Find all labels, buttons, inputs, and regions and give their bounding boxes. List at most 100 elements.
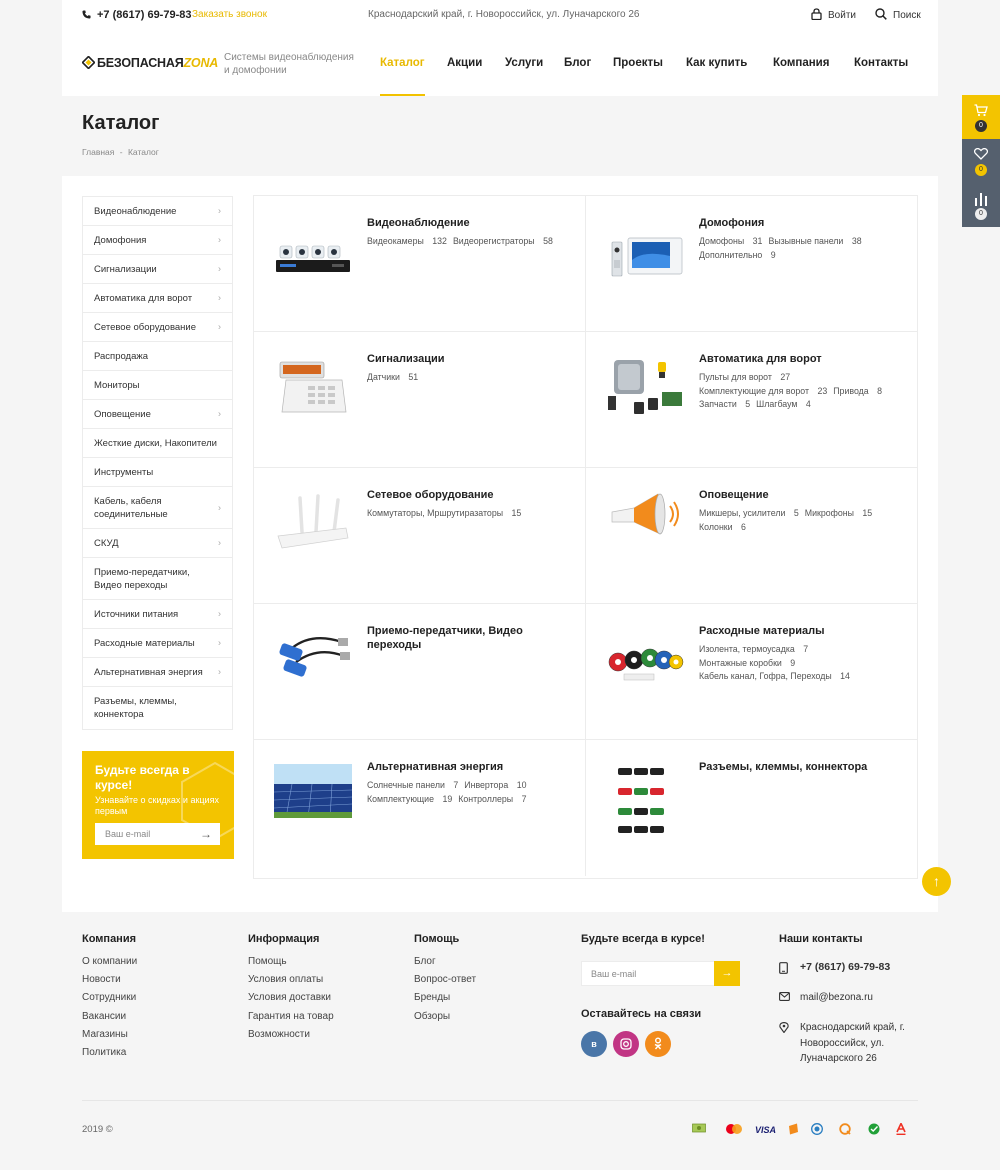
category-card-consumables[interactable]: Расходные материалы Изолента, термоусадк… (586, 604, 918, 740)
subcat-link[interactable]: Кабель канал, Гофра, Переходы 14 (699, 671, 850, 681)
sidebar-item-transceivers[interactable]: Приемо-передатчики, Видео переходы (83, 558, 232, 600)
sidebar-item-gate-automation[interactable]: Автоматика для ворот › (83, 284, 232, 313)
footer-link[interactable]: О компании (82, 953, 137, 971)
subcat-link[interactable]: Видеорегистраторы 58 (453, 236, 553, 246)
footer-link[interactable]: Бренды (414, 989, 476, 1007)
sidebar-item-consumables[interactable]: Расходные материалы › (83, 629, 232, 658)
nav-services[interactable]: Услуги (505, 57, 543, 69)
nav-blog[interactable]: Блог (564, 57, 591, 69)
category-card-gate-automation[interactable]: Автоматика для ворот Пульты для ворот 27… (586, 332, 918, 468)
subcat-link[interactable]: Вызывные панели 38 (768, 236, 861, 246)
footer-link[interactable]: Условия оплаты (248, 971, 334, 989)
subcat-link[interactable]: Контроллеры 7 (458, 794, 526, 804)
footer-link[interactable]: Возможности (248, 1026, 334, 1044)
sidebar-item-video[interactable]: Видеонаблюдение › (83, 197, 232, 226)
category-title[interactable]: Приемо-передатчики, Видео переходы (367, 624, 567, 652)
subcat-link[interactable]: Домофоны 31 (699, 236, 762, 246)
nav-catalog[interactable]: Каталог (380, 57, 425, 96)
scroll-to-top-button[interactable]: ↑ (922, 867, 951, 896)
category-card-connectors[interactable]: Разъемы, клеммы, коннектора (586, 740, 918, 876)
sidebar-item-alt-energy[interactable]: Альтернативная энергия › (83, 658, 232, 687)
footer-link[interactable]: Условия доставки (248, 989, 334, 1007)
category-title[interactable]: Домофония (699, 216, 899, 230)
subcat-link[interactable]: Колонки 6 (699, 522, 746, 532)
promo-email-input[interactable]: Ваш e-mail → (95, 823, 220, 845)
category-card-network[interactable]: Сетевое оборудование Коммутаторы, Мршрут… (254, 468, 586, 604)
sidebar-item-monitors[interactable]: Мониторы (83, 371, 232, 400)
footer-link[interactable]: Новости (82, 971, 137, 989)
nav-promotions[interactable]: Акции (447, 57, 482, 69)
footer-link[interactable]: Помощь (248, 953, 334, 971)
callback-link[interactable]: Заказать звонок (192, 9, 267, 20)
category-card-alt-energy[interactable]: Альтернативная энергия Солнечные панели … (254, 740, 586, 876)
category-title[interactable]: Оповещение (699, 488, 899, 502)
sidebar-item-sale[interactable]: Распродажа (83, 342, 232, 371)
sidebar-item-notification[interactable]: Оповещение › (83, 400, 232, 429)
subcat-link[interactable]: Запчасти 5 (699, 399, 750, 409)
nav-how-to-buy[interactable]: Как купить (686, 57, 747, 69)
footer-link[interactable]: Политика (82, 1044, 137, 1062)
sidebar-item-alarms[interactable]: Сигнализации › (83, 255, 232, 284)
subcat-link[interactable]: Изолента, термоусадка 7 (699, 644, 808, 654)
subcat-link[interactable]: Инвертора 10 (464, 780, 526, 790)
footer-email-input[interactable]: Ваш e-mail → (581, 961, 740, 986)
subcat-link[interactable]: Монтажные коробки 9 (699, 658, 795, 668)
login-link[interactable]: Войти (811, 8, 856, 21)
category-title[interactable]: Сигнализации (367, 352, 567, 366)
sidebar-item-hard-drives[interactable]: Жесткие диски, Накопители (83, 429, 232, 458)
category-title[interactable]: Альтернативная энергия (367, 760, 567, 774)
subcat-link[interactable]: Комплектующие 19 (367, 794, 452, 804)
footer-contact-email[interactable]: mail@bezona.ru (779, 990, 919, 1008)
category-title[interactable]: Автоматика для ворот (699, 352, 899, 366)
footer-link[interactable]: Гарантия на товар (248, 1008, 334, 1026)
category-card-notification[interactable]: Оповещение Микшеры, усилители 5 Микрофоны… (586, 468, 918, 604)
subcat-link[interactable]: Дополнительно 9 (699, 250, 776, 260)
subcat-link[interactable]: Датчики 51 (367, 372, 418, 382)
footer-link[interactable]: Сотрудники (82, 989, 137, 1007)
cart-button[interactable]: 0 (962, 95, 1000, 139)
sidebar-item-intercom[interactable]: Домофония › (83, 226, 232, 255)
footer-subscribe-button[interactable]: → (714, 961, 740, 986)
subcat-link[interactable]: Видеокамеры 132 (367, 236, 447, 246)
header-phone[interactable]: +7 (8617) 69-79-83 (82, 9, 191, 21)
subcat-link[interactable]: Шлагбаум 4 (756, 399, 811, 409)
subcat-link[interactable]: Микшеры, усилители 5 (699, 508, 799, 518)
category-title[interactable]: Разъемы, клеммы, коннектора (699, 760, 899, 774)
category-title[interactable]: Видеонаблюдение (367, 216, 567, 230)
subcat-link[interactable]: Привода 8 (833, 386, 882, 396)
category-title[interactable]: Сетевое оборудование (367, 488, 567, 502)
sidebar-item-cables[interactable]: Кабель, кабеля соединительные › (83, 487, 232, 529)
category-card-alarms[interactable]: Сигнализации Датчики 51 (254, 332, 586, 468)
footer-link[interactable]: Обзоры (414, 1008, 476, 1026)
footer-link[interactable]: Вакансии (82, 1008, 137, 1026)
sidebar-item-access-control[interactable]: СКУД › (83, 529, 232, 558)
nav-projects[interactable]: Проекты (613, 57, 663, 69)
subcat-link[interactable]: Комплектующие для ворот 23 (699, 386, 827, 396)
category-card-intercom[interactable]: Домофония Домофоны 31 Вызывные панели 38 … (586, 196, 918, 332)
sidebar-item-connectors[interactable]: Разъемы, клеммы, коннектора (83, 687, 232, 729)
footer-link[interactable]: Блог (414, 953, 476, 971)
arrow-right-icon[interactable]: → (200, 827, 212, 841)
search-link[interactable]: Поиск (875, 8, 921, 21)
sidebar-item-tools[interactable]: Инструменты (83, 458, 232, 487)
instagram-social-button[interactable] (613, 1031, 639, 1057)
subcat-link[interactable]: Коммутаторы, Мршрутиразаторы 15 (367, 508, 521, 518)
footer-contact-phone[interactable]: +7 (8617) 69-79-83 (779, 960, 919, 978)
subcat-link[interactable]: Пульты для ворот 27 (699, 372, 790, 382)
site-logo[interactable]: БЕЗОПАСНАЯZONA (81, 55, 218, 70)
category-title[interactable]: Расходные материалы (699, 624, 899, 638)
subcat-link[interactable]: Солнечные панели 7 (367, 780, 458, 790)
breadcrumb-home[interactable]: Главная (82, 147, 114, 157)
vk-social-button[interactable]: в (581, 1031, 607, 1057)
footer-link[interactable]: Вопрос-ответ (414, 971, 476, 989)
footer-link[interactable]: Магазины (82, 1026, 137, 1044)
sidebar-item-network[interactable]: Сетевое оборудование › (83, 313, 232, 342)
category-card-transceivers[interactable]: Приемо-передатчики, Видео переходы (254, 604, 586, 740)
compare-button[interactable]: 0 (962, 183, 1000, 227)
subcat-link[interactable]: Микрофоны 15 (805, 508, 872, 518)
category-card-video[interactable]: Видеонаблюдение Видеокамеры 132 Видеореги… (254, 196, 586, 332)
nav-contacts[interactable]: Контакты (854, 57, 908, 69)
sidebar-item-power[interactable]: Источники питания › (83, 600, 232, 629)
nav-company[interactable]: Компания (773, 57, 829, 69)
ok-social-button[interactable] (645, 1031, 671, 1057)
